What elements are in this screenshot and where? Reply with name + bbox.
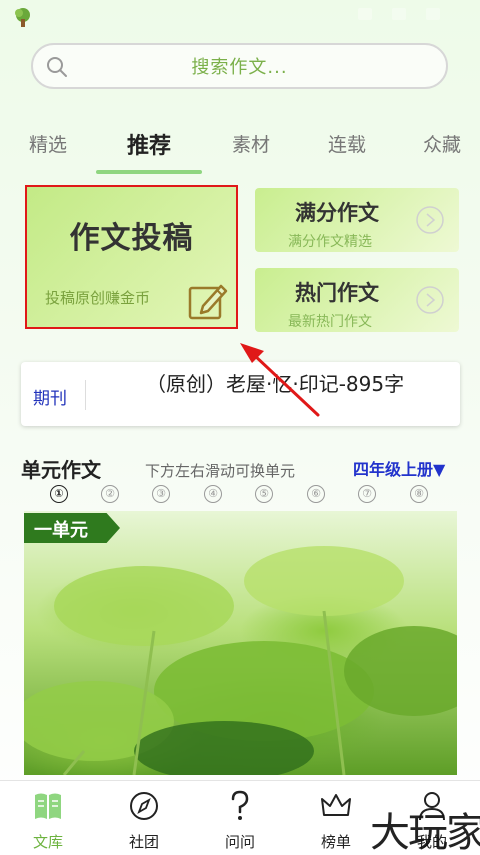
unit-number-8[interactable]: ⑧ xyxy=(410,485,428,503)
search-icon xyxy=(47,57,67,77)
compass-icon xyxy=(130,792,158,820)
active-tab-indicator xyxy=(96,170,202,174)
search-bar[interactable]: 搜索作文... xyxy=(31,43,448,89)
submit-essay-subtitle: 投稿原创赚金币 xyxy=(45,289,151,307)
nav-questions[interactable]: 问问 xyxy=(192,781,288,855)
arrow-right-circle-icon xyxy=(416,206,444,234)
tab-materials[interactable]: 素材 xyxy=(232,130,270,157)
popular-essays-card[interactable]: 热门作文 最新热门作文 xyxy=(255,268,459,332)
crown-icon xyxy=(321,794,351,816)
unit-number-1[interactable]: ① xyxy=(50,485,68,503)
popular-title: 热门作文 xyxy=(295,281,379,305)
popular-subtitle: 最新热门作文 xyxy=(288,314,372,330)
submit-essay-card[interactable]: 作文投稿 投稿原创赚金币 xyxy=(25,185,238,329)
journal-divider xyxy=(85,380,86,410)
grade-selector[interactable]: 四年级上册▼ xyxy=(353,456,445,480)
arrow-right-circle-icon xyxy=(416,286,444,314)
unit-essays-title: 单元作文 xyxy=(21,458,101,482)
full-score-subtitle: 满分作文精选 xyxy=(288,234,372,250)
tab-serials[interactable]: 连载 xyxy=(328,130,366,157)
wifi-icon xyxy=(392,8,406,20)
unit-number-5[interactable]: ⑤ xyxy=(255,485,273,503)
search-placeholder: 搜索作文... xyxy=(191,57,288,78)
nav-clubs[interactable]: 社团 xyxy=(96,781,192,855)
nav-library-label: 文库 xyxy=(32,833,63,851)
tab-collections[interactable]: 众藏 xyxy=(423,130,461,157)
battery-icon xyxy=(426,8,440,20)
red-arrow-annotation xyxy=(240,343,320,417)
nav-clubs-label: 社团 xyxy=(128,833,159,851)
full-score-essays-card[interactable]: 满分作文 满分作文精选 xyxy=(255,188,459,252)
tab-featured[interactable]: 精选 xyxy=(29,130,67,157)
full-score-title: 满分作文 xyxy=(295,201,379,225)
unit-number-3[interactable]: ③ xyxy=(152,485,170,503)
journal-label[interactable]: 期刊 xyxy=(33,384,67,409)
app-logo-icon xyxy=(15,8,30,27)
unit-banner-tag: 一单元 xyxy=(24,513,120,543)
tab-recommended[interactable]: 推荐 xyxy=(127,128,171,160)
nav-questions-label: 问问 xyxy=(224,833,255,851)
unit-swipe-hint: 下方左右滑动可换单元 xyxy=(145,462,296,480)
status-icons xyxy=(358,8,440,20)
submit-essay-title: 作文投稿 xyxy=(69,221,194,256)
status-bar xyxy=(0,0,480,32)
unit-banner[interactable]: 一单元 xyxy=(24,511,457,775)
nav-library[interactable]: 文库 xyxy=(0,781,96,855)
lotus-leaves-image xyxy=(24,546,457,775)
unit-number-6[interactable]: ⑥ xyxy=(307,485,325,503)
unit-number-7[interactable]: ⑦ xyxy=(358,485,376,503)
question-icon xyxy=(231,790,249,820)
book-icon xyxy=(35,793,61,819)
watermark: 大玩家 xyxy=(370,810,480,855)
category-tabs: 精选 推荐 素材 连载 众藏 xyxy=(0,120,480,176)
edit-icon xyxy=(188,284,228,320)
unit-banner-tag-label: 一单元 xyxy=(34,520,88,541)
unit-number-4[interactable]: ④ xyxy=(204,485,222,503)
signal-icon xyxy=(358,8,372,20)
unit-number-2[interactable]: ② xyxy=(101,485,119,503)
